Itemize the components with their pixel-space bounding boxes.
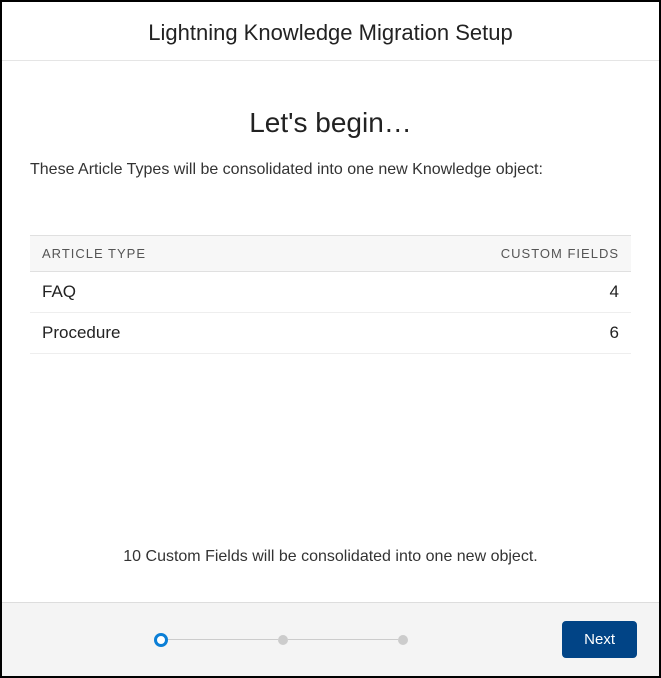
summary-text: 10 Custom Fields will be consolidated in… [30, 548, 631, 566]
article-type-name: FAQ [42, 282, 76, 302]
custom-fields-count: 6 [610, 323, 619, 343]
modal-title: Lightning Knowledge Migration Setup [2, 20, 659, 46]
table-header-row: ARTICLE TYPE CUSTOM FIELDS [30, 235, 631, 272]
column-header-article-type: ARTICLE TYPE [42, 246, 146, 261]
page-description: These Article Types will be consolidated… [30, 161, 631, 179]
page-subtitle: Let's begin… [30, 107, 631, 139]
modal-header: Lightning Knowledge Migration Setup [2, 2, 659, 61]
article-type-name: Procedure [42, 323, 120, 343]
table-row: FAQ 4 [30, 272, 631, 313]
progress-step-3 [398, 635, 408, 645]
modal-content: Let's begin… These Article Types will be… [2, 61, 659, 602]
progress-step-1-active [154, 633, 168, 647]
table-row: Procedure 6 [30, 313, 631, 354]
progress-indicator [154, 633, 408, 647]
custom-fields-count: 4 [610, 282, 619, 302]
next-button[interactable]: Next [562, 621, 637, 658]
article-types-table: ARTICLE TYPE CUSTOM FIELDS FAQ 4 Procedu… [30, 235, 631, 354]
column-header-custom-fields: CUSTOM FIELDS [501, 246, 619, 261]
modal-footer: Next [2, 602, 659, 676]
progress-line [288, 639, 398, 640]
progress-line [168, 639, 278, 640]
progress-step-2 [278, 635, 288, 645]
